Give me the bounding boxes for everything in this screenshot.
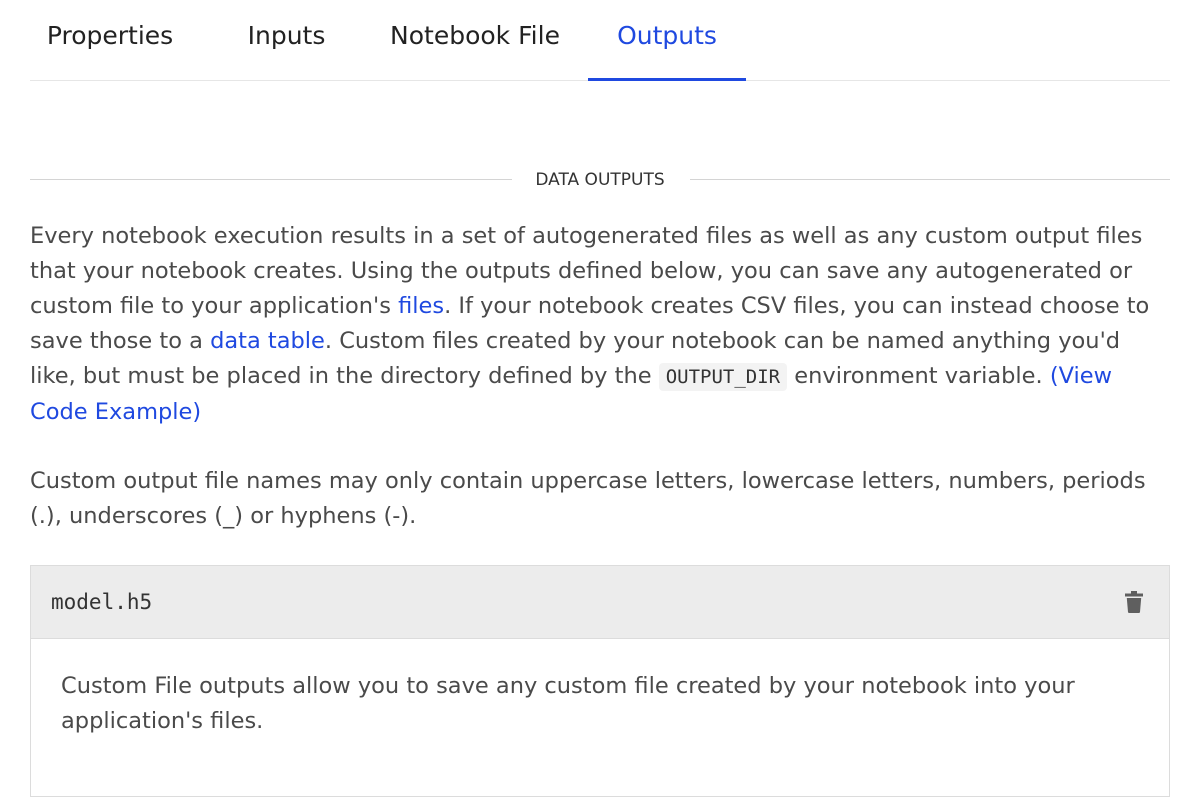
output-card-description: Custom File outputs allow you to save an…: [61, 673, 1075, 734]
section-heading: DATA OUTPUTS: [535, 170, 665, 190]
output-card-header: model.h5: [31, 566, 1169, 639]
tab-outputs[interactable]: Outputs: [588, 0, 746, 81]
section-divider: DATA OUTPUTS: [30, 166, 1170, 194]
tab-properties[interactable]: Properties: [30, 0, 190, 80]
tab-inputs[interactable]: Inputs: [215, 0, 358, 80]
divider-line-right: [690, 179, 1170, 180]
intro-paragraph: Every notebook execution results in a se…: [30, 219, 1170, 430]
trash-icon[interactable]: [1125, 591, 1143, 613]
file-name-rules-paragraph: Custom output file names may only contai…: [30, 468, 1146, 529]
files-link[interactable]: files: [398, 293, 444, 319]
tab-bar: Properties Inputs Notebook File Outputs: [30, 0, 1170, 81]
intro-text-4: environment variable.: [787, 363, 1050, 389]
env-var-code: OUTPUT_DIR: [658, 363, 788, 391]
divider-line-left: [30, 179, 512, 180]
data-table-link[interactable]: data table: [210, 328, 325, 354]
tab-notebook-file[interactable]: Notebook File: [375, 0, 575, 80]
output-card: model.h5 Custom File outputs allow you t…: [30, 565, 1170, 797]
output-filename: model.h5: [51, 590, 153, 614]
